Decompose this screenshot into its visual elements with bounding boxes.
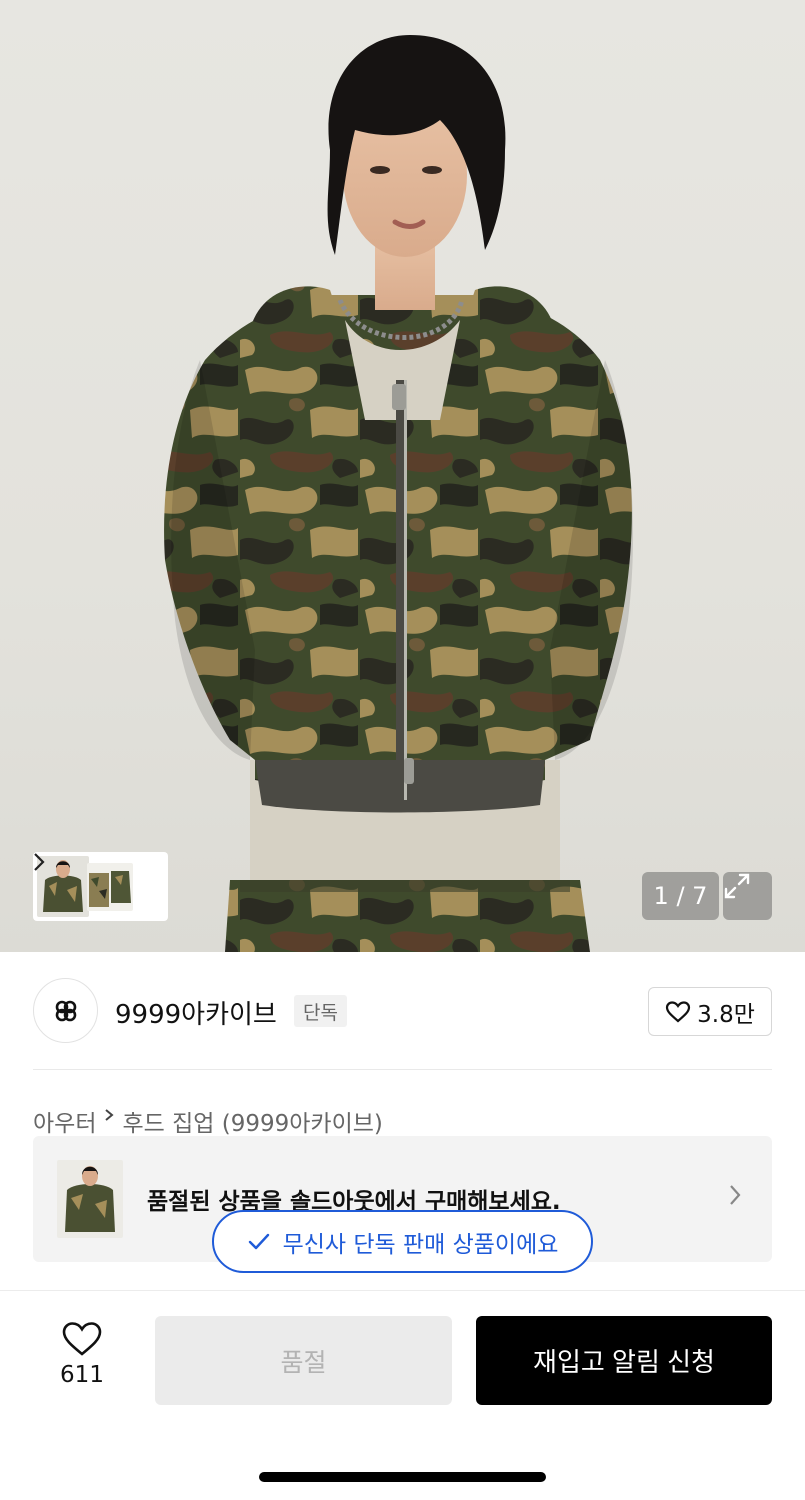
restock-alert-button[interactable]: 재입고 알림 신청 (476, 1316, 772, 1405)
breadcrumb-category[interactable]: 아우터 (33, 1104, 96, 1138)
home-indicator (259, 1472, 546, 1482)
chevron-right-icon (104, 1104, 115, 1138)
wishlist-button[interactable]: 611 (46, 1320, 118, 1400)
section-divider (33, 1069, 772, 1070)
thumbnail-camo-2[interactable] (109, 862, 133, 911)
heart-icon (62, 1322, 102, 1356)
thumbnail-strip[interactable] (33, 852, 168, 921)
exclusive-notice-pill: 무신사 단독 판매 상품이에요 (212, 1210, 593, 1273)
brand-like-button[interactable]: 3.8만 (648, 987, 772, 1036)
bottom-bar-divider (0, 1290, 805, 1291)
image-counter: 1 / 7 (642, 872, 719, 920)
brand-logo-icon[interactable] (33, 978, 98, 1043)
thumbnail-camo-1[interactable] (87, 862, 111, 911)
wishlist-count: 611 (60, 1362, 104, 1388)
soldout-product-thumbnail (57, 1160, 123, 1238)
breadcrumb: 아우터 후드 집업 (9999아카이브) (33, 1104, 383, 1138)
product-main-image[interactable]: 1 / 7 (0, 0, 805, 952)
check-icon (248, 1233, 269, 1249)
exclusive-notice-text: 무신사 단독 판매 상품이에요 (282, 1231, 559, 1258)
expand-icon (724, 873, 750, 899)
heart-icon (666, 1000, 691, 1022)
brand-row: 9999아카이브 단독 3.8만 (33, 978, 772, 1044)
brand-name[interactable]: 9999아카이브 (115, 994, 277, 1031)
breadcrumb-subcategory[interactable]: 후드 집업 (9999아카이브) (122, 1104, 382, 1138)
model-photo (164, 35, 634, 952)
chevron-right-icon (728, 1182, 742, 1212)
exclusive-badge: 단독 (294, 995, 347, 1027)
brand-like-count: 3.8만 (697, 1001, 755, 1028)
expand-button[interactable] (723, 872, 772, 920)
soldout-button[interactable]: 품절 (155, 1316, 452, 1405)
